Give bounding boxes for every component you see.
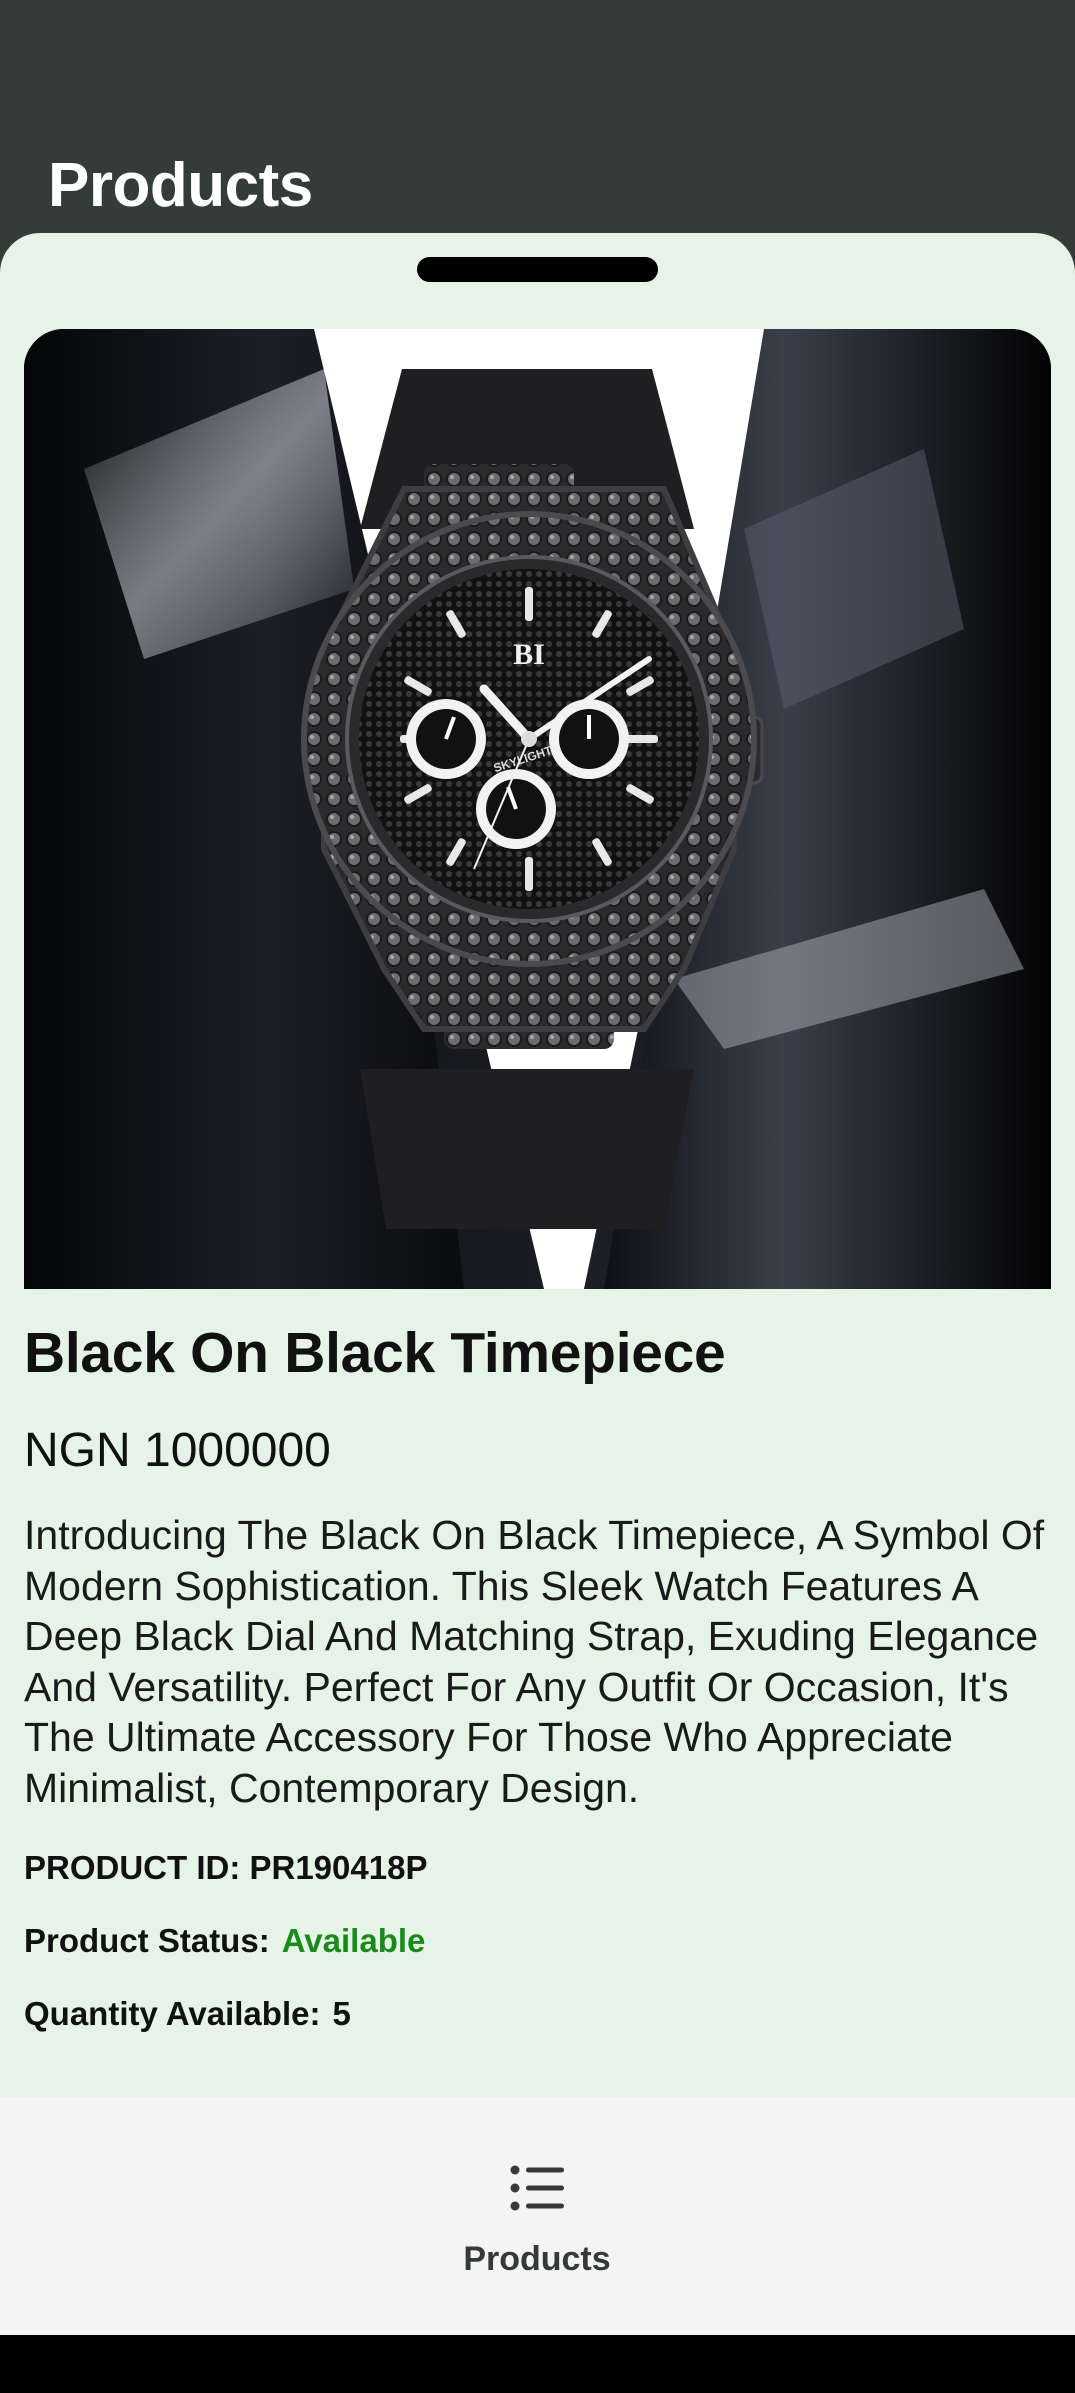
product-description: Introducing The Black On Black Timepiece… <box>24 1512 1045 1811</box>
bottom-navigation: Products <box>0 2097 1075 2335</box>
list-icon <box>510 2165 564 2211</box>
watch-photo: BI SKYLIGHT <box>24 329 1051 1289</box>
product-status-label: Product Status: <box>24 1922 270 1959</box>
product-price: NGN 1000000 <box>24 1424 331 1477</box>
product-id-text: PRODUCT ID: PR190418P <box>24 1849 428 1886</box>
product-image: BI SKYLIGHT <box>24 329 1051 1289</box>
quantity-label: Quantity Available: <box>24 1995 321 2032</box>
nav-label-products: Products <box>463 2240 611 2278</box>
product-name: Black On Black Timepiece <box>24 1321 726 1385</box>
quantity-value: 5 <box>332 1995 351 2032</box>
system-navigation-bar <box>0 2335 1075 2393</box>
watch-brand-text: BI <box>513 638 545 671</box>
product-id: PRODUCT ID: PR190418P <box>24 1849 427 1887</box>
product-status-value: Available <box>281 1922 426 1959</box>
page-title: Products <box>48 151 313 220</box>
drag-handle[interactable] <box>417 257 658 282</box>
nav-item-products[interactable]: Products <box>437 2097 637 2335</box>
product-detail-sheet[interactable]: BI SKYLIGHT Black On Black Timepiece NGN… <box>0 233 1075 2113</box>
product-status-row: Product Status: Available <box>24 1922 425 1960</box>
app-header: Products <box>0 0 1075 250</box>
quantity-row: Quantity Available: 5 <box>24 1995 351 2033</box>
